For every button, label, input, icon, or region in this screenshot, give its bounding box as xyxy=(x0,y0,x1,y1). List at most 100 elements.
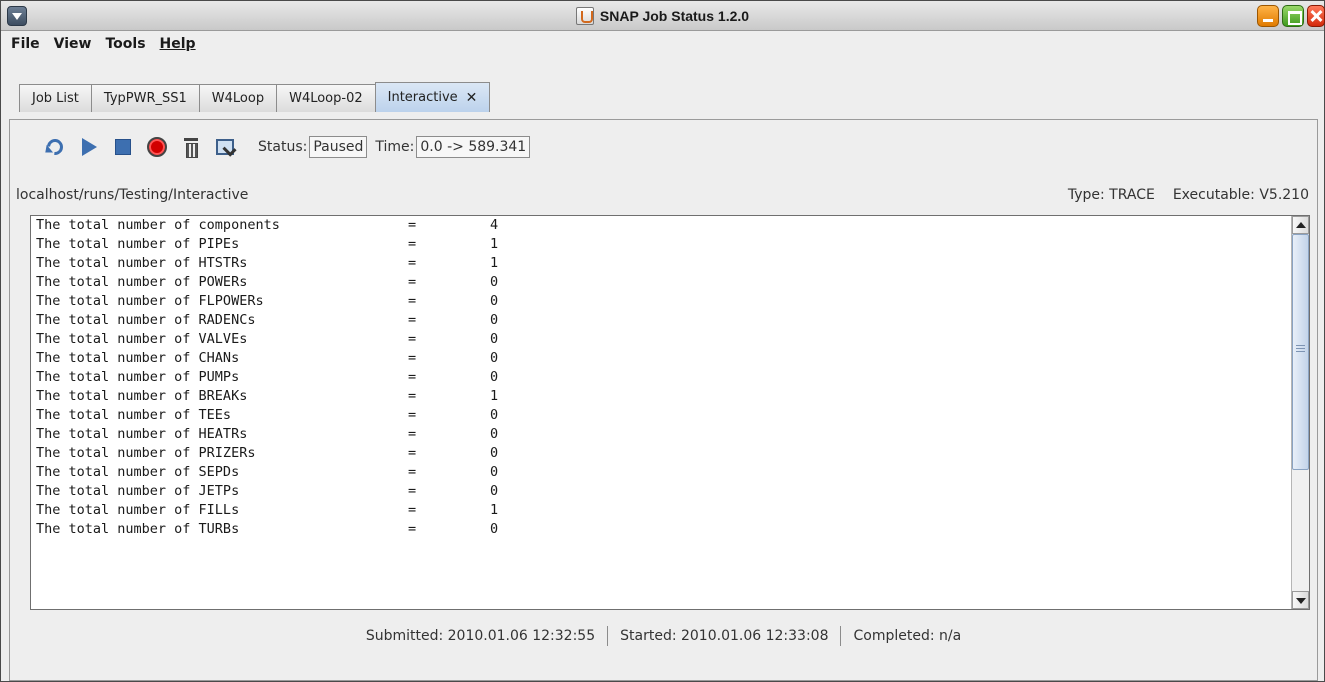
output-eq: = xyxy=(408,426,417,442)
output-label: The total number of PRIZERs xyxy=(36,445,256,461)
tab-job-list[interactable]: Job List xyxy=(19,84,92,112)
menu-file[interactable]: File xyxy=(11,36,40,52)
output-eq: = xyxy=(408,464,417,480)
scroll-grip-icon xyxy=(1296,345,1305,353)
scroll-down-button[interactable] xyxy=(1292,591,1309,609)
output-value: 0 xyxy=(490,312,499,328)
output-value: 0 xyxy=(490,369,499,385)
minimize-button[interactable] xyxy=(1257,5,1279,27)
record-button[interactable] xyxy=(142,132,172,162)
undo-button[interactable] xyxy=(40,132,70,162)
output-text-area[interactable]: The total number of components = 4 The tota… xyxy=(30,215,1310,610)
output-eq: = xyxy=(408,331,417,347)
output-label: The total number of CHANs xyxy=(36,350,240,366)
toolbar: Status: Paused Time: 0.0 -> 589.341 xyxy=(40,130,531,164)
footer-separator xyxy=(840,626,842,646)
close-tab-icon[interactable]: ✕ xyxy=(466,90,478,106)
output-label: The total number of POWERs xyxy=(36,274,248,290)
play-button[interactable] xyxy=(74,132,104,162)
menu-view[interactable]: View xyxy=(54,36,92,52)
output-value: 4 xyxy=(490,217,499,233)
output-label: The total number of SEPDs xyxy=(36,464,240,480)
output-value: 1 xyxy=(490,502,499,518)
output-line: The total number of SEPDs = 0 xyxy=(36,463,550,482)
status-footer: Submitted: 2010.01.06 12:32:55 Started: … xyxy=(10,620,1317,652)
output-value: 0 xyxy=(490,350,499,366)
close-window-button[interactable] xyxy=(1307,5,1325,27)
tab-interactive[interactable]: Interactive ✕ xyxy=(374,82,491,112)
time-label: Time: xyxy=(375,139,415,155)
job-path: localhost/runs/Testing/Interactive xyxy=(16,187,249,203)
output-line: The total number of TEEs = 0 xyxy=(36,406,550,425)
menu-bar: File View Tools Help xyxy=(1,32,1324,56)
job-executable: Executable: V5.210 xyxy=(1172,187,1309,203)
output-label: The total number of TEEs xyxy=(36,407,232,423)
output-label: The total number of VALVEs xyxy=(36,331,248,347)
output-label: The total number of PUMPs xyxy=(36,369,240,385)
play-icon xyxy=(81,138,97,156)
output-line: The total number of HEATRs = 0 xyxy=(36,425,550,444)
tab-label: Job List xyxy=(32,91,79,106)
output-value: 0 xyxy=(490,483,499,499)
app-window: SNAP Job Status 1.2.0 File View Tools He… xyxy=(0,0,1325,682)
job-type-info: Type: TRACE Executable: V5.210 xyxy=(1068,187,1309,203)
monitor-button[interactable] xyxy=(210,132,240,162)
stop-button[interactable] xyxy=(108,132,138,162)
scroll-thumb[interactable] xyxy=(1292,234,1309,470)
output-eq: = xyxy=(408,255,417,271)
output-value: 0 xyxy=(490,274,499,290)
tab-label: TypPWR_SS1 xyxy=(103,91,187,106)
scroll-up-button[interactable] xyxy=(1292,216,1309,234)
output-line: The total number of HTSTRs = 1 xyxy=(36,254,550,273)
output-lines: The total number of components = 4 The tota… xyxy=(36,216,550,539)
output-label: The total number of PIPEs xyxy=(36,236,240,252)
vertical-scrollbar[interactable] xyxy=(1291,216,1309,609)
monitor-icon xyxy=(216,139,234,155)
title-bar: SNAP Job Status 1.2.0 xyxy=(1,1,1325,31)
output-label: The total number of RADENCs xyxy=(36,312,256,328)
footer-separator xyxy=(607,626,609,646)
output-line: The total number of PRIZERs = 0 xyxy=(36,444,550,463)
output-line: The total number of POWERs = 0 xyxy=(36,273,550,292)
trash-icon xyxy=(184,138,198,158)
tab-w4loop[interactable]: W4Loop xyxy=(198,84,278,112)
output-eq: = xyxy=(408,407,417,423)
output-line: The total number of FLPOWERs = 0 xyxy=(36,292,550,311)
output-line: The total number of CHANs = 0 xyxy=(36,349,550,368)
completed-time: Completed: n/a xyxy=(853,628,962,644)
menu-tools[interactable]: Tools xyxy=(105,36,145,52)
tab-strip: Job List TypPWR_SS1 W4Loop W4Loop-02 Int… xyxy=(1,56,1324,119)
output-eq: = xyxy=(408,502,417,518)
output-line: The total number of components = 4 xyxy=(36,216,550,235)
output-line: The total number of PUMPs = 0 xyxy=(36,368,550,387)
output-eq: = xyxy=(408,369,417,385)
output-line: The total number of FILLs = 1 xyxy=(36,501,550,520)
output-label: The total number of FLPOWERs xyxy=(36,293,264,309)
output-value: 1 xyxy=(490,236,499,252)
output-line: The total number of VALVEs = 0 xyxy=(36,330,550,349)
output-value: 0 xyxy=(490,407,499,423)
output-value: 0 xyxy=(490,426,499,442)
output-value: 1 xyxy=(490,388,499,404)
tab-typpwr-ss1[interactable]: TypPWR_SS1 xyxy=(90,84,200,112)
output-eq: = xyxy=(408,236,417,252)
output-eq: = xyxy=(408,445,417,461)
output-value: 0 xyxy=(490,331,499,347)
output-eq: = xyxy=(408,293,417,309)
output-eq: = xyxy=(408,521,417,537)
status-value: Paused xyxy=(309,136,368,158)
output-line: The total number of RADENCs = 0 xyxy=(36,311,550,330)
output-eq: = xyxy=(408,312,417,328)
tab-w4loop-02[interactable]: W4Loop-02 xyxy=(276,84,376,112)
tab-row: Job List TypPWR_SS1 W4Loop W4Loop-02 Int… xyxy=(19,82,491,112)
output-label: The total number of JETPs xyxy=(36,483,240,499)
output-label: The total number of HTSTRs xyxy=(36,255,248,271)
java-app-icon xyxy=(575,7,594,25)
menu-help[interactable]: Help xyxy=(160,36,196,52)
delete-button[interactable] xyxy=(176,132,206,162)
maximize-button[interactable] xyxy=(1282,5,1304,27)
output-line: The total number of TURBs = 0 xyxy=(36,520,550,539)
stop-icon xyxy=(115,139,131,155)
record-icon xyxy=(147,137,167,157)
time-value: 0.0 -> 589.341 xyxy=(416,136,531,158)
